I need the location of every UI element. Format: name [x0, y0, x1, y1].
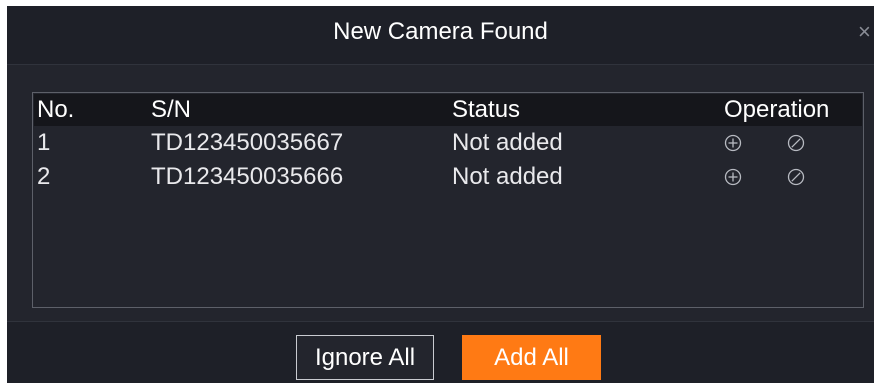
row-sn: TD123450035666 — [151, 163, 344, 190]
row-status: Not added — [452, 129, 563, 156]
row-no: 2 — [37, 163, 51, 190]
row-no: 1 — [37, 129, 51, 156]
ignore-all-button[interactable]: Ignore All — [296, 335, 434, 380]
row-sn: TD123450035667 — [151, 129, 344, 156]
dialog-footer: Ignore All Add All — [7, 322, 874, 383]
row-status: Not added — [452, 163, 563, 190]
ignore-circle-icon[interactable] — [787, 168, 805, 186]
table-row: 1 TD123450035667 Not added — [34, 126, 862, 160]
header-no: No. — [37, 96, 75, 123]
add-circle-icon[interactable] — [724, 168, 742, 186]
add-circle-icon[interactable] — [724, 134, 742, 152]
dialog-body: No. S/N Status Operation 1 TD12345003566… — [7, 65, 874, 321]
dialog-title: New Camera Found — [333, 18, 548, 45]
table-header: No. S/N Status Operation — [34, 94, 862, 126]
header-status: Status — [452, 96, 521, 123]
ignore-circle-icon[interactable] — [787, 134, 805, 152]
add-all-button[interactable]: Add All — [462, 335, 601, 380]
header-operation: Operation — [724, 96, 830, 123]
dialog-header: New Camera Found × — [7, 6, 874, 64]
table-row: 2 TD123450035666 Not added — [34, 160, 862, 194]
close-icon[interactable]: × — [858, 20, 874, 44]
new-camera-dialog: New Camera Found × No. S/N Status Operat… — [7, 6, 874, 383]
header-sn: S/N — [151, 96, 192, 123]
camera-table: No. S/N Status Operation 1 TD12345003566… — [32, 92, 864, 308]
